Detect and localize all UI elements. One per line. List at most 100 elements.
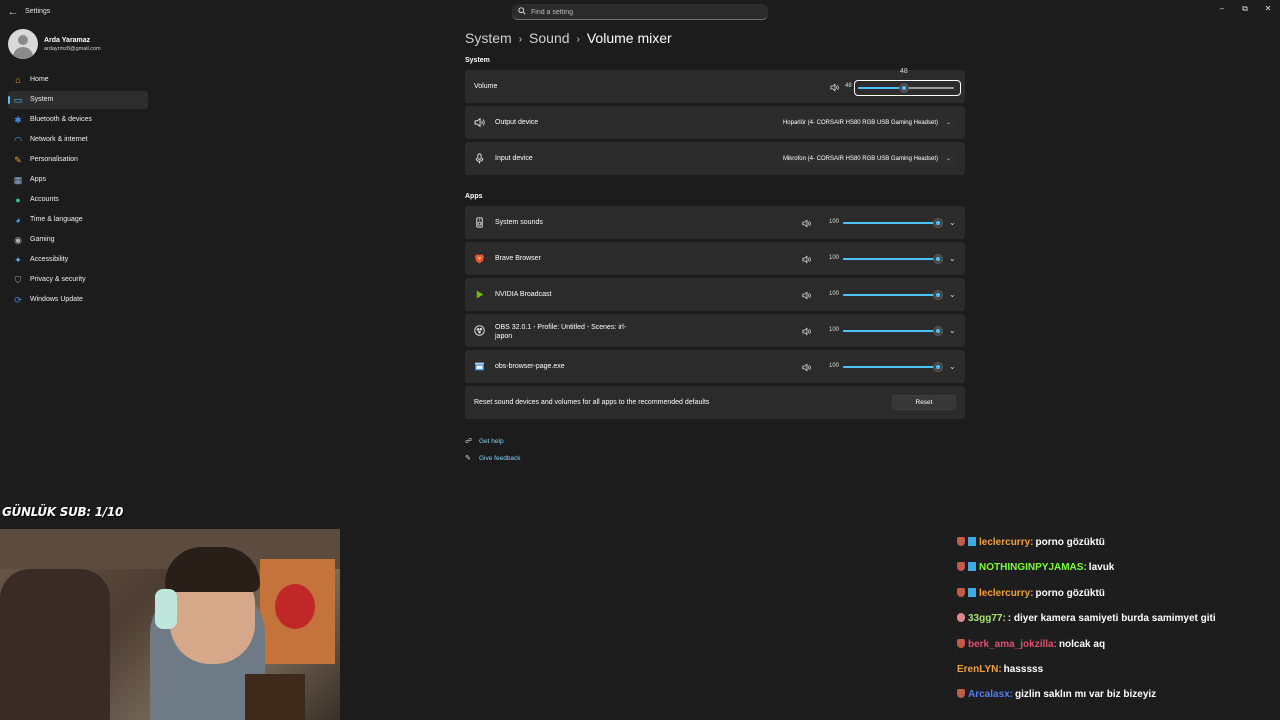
give-feedback-link[interactable]: ✎ Give feedback [465, 454, 521, 462]
app-volume-slider[interactable] [843, 326, 943, 336]
sidebar-item-network[interactable]: ◠ Network & internet [8, 131, 148, 149]
chat-badge-icon [957, 638, 965, 648]
speaker-icon[interactable] [802, 363, 811, 372]
app-volume-slider[interactable] [843, 218, 943, 228]
back-arrow-icon[interactable]: ← [6, 5, 20, 19]
sidebar-item-label: Accounts [30, 196, 59, 203]
close-button[interactable]: ✕ [1261, 3, 1275, 15]
sidebar-item-apps[interactable]: ▦ Apps [8, 171, 148, 189]
sidebar-item-label: System [30, 96, 54, 103]
chat-text: lavuk [1088, 562, 1115, 574]
app-row-obs-browser-page: obs-browser-page.exe 100 ⌄ [465, 350, 965, 383]
page-title: Volume mixer [586, 30, 672, 46]
sidebar-item-accounts[interactable]: ● Accounts [8, 191, 148, 209]
sidebar-item-time-language[interactable]: ◕ Time & language [8, 211, 148, 229]
chat-message: 33gg77:: diyer kamera samiyeti burda sam… [954, 609, 1276, 630]
update-icon: ⟳ [14, 295, 22, 305]
sidebar-item-system[interactable]: ▭ System [8, 91, 148, 109]
chat-username: leclercurry: [979, 537, 1034, 548]
sidebar-item-accessibility[interactable]: ✦ Accessibility [8, 251, 148, 269]
input-device-dropdown[interactable]: Mikrofon (4- CORSAIR HS80 RGB USB Gaming… [776, 153, 956, 167]
reset-button[interactable]: Reset [892, 395, 956, 410]
webcam-feed [0, 529, 340, 720]
app-row-obs: OBS 32.0.1 - Profile: Untitled - Scenes:… [465, 314, 965, 347]
chat-text: nolcak aq [1058, 638, 1106, 650]
expand-chevron-icon[interactable]: ⌄ [949, 326, 956, 335]
sidebar-item-label: Privacy & security [30, 276, 86, 283]
output-device-label: Output device [495, 119, 539, 126]
search-box[interactable] [512, 4, 768, 20]
speaker-icon[interactable] [802, 219, 811, 228]
apps-icon: ▦ [13, 175, 23, 185]
sidebar-item-home[interactable]: ⌂ Home [8, 71, 148, 89]
chat-username: 33gg77: [968, 613, 1006, 625]
restore-button[interactable]: ⧉ [1238, 3, 1252, 15]
master-volume-card: Volume 48 48 [465, 68, 965, 103]
slider-thumb[interactable] [933, 326, 943, 336]
slider-thumb[interactable] [933, 290, 943, 300]
expand-chevron-icon[interactable]: ⌄ [949, 362, 956, 371]
app-window-icon [475, 362, 484, 371]
bluetooth-icon: ✱ [14, 115, 22, 125]
sidebar-item-label: Gaming [30, 236, 55, 243]
accessibility-icon: ✦ [14, 255, 22, 265]
chat-text: porno gözüktü [1035, 587, 1105, 599]
slider-fill [858, 87, 905, 89]
chat-message: leclercurry: porno gözüktü [954, 533, 1276, 553]
brush-icon: ✎ [14, 155, 22, 165]
give-feedback-label: Give feedback [479, 455, 521, 462]
expand-chevron-icon[interactable]: ⌄ [949, 218, 956, 227]
app-volume-slider[interactable] [843, 362, 943, 372]
minimize-button[interactable]: – [1215, 3, 1229, 15]
chat-message: NOTHINGINPYJAMAS: lavuk [954, 558, 1276, 579]
app-row-nvidia-broadcast: NVIDIA Broadcast 100 ⌄ [465, 278, 965, 311]
app-volume-slider[interactable] [843, 254, 943, 264]
slider-thumb[interactable] [933, 254, 943, 264]
help-icon: ☍ [465, 438, 473, 445]
system-section-title: System [465, 57, 490, 64]
sidebar-item-privacy[interactable]: ⛉ Privacy & security [8, 271, 148, 289]
app-name: NVIDIA Broadcast [495, 291, 552, 298]
slider-thumb[interactable] [933, 362, 943, 372]
sidebar-item-personalisation[interactable]: ✎ Personalisation [8, 151, 148, 169]
output-device-dropdown[interactable]: Hoparlör (4- CORSAIR HS80 RGB USB Gaming… [776, 117, 956, 131]
chevron-down-icon: ⌄ [945, 120, 951, 126]
slider-fill [843, 366, 938, 368]
breadcrumb-sound[interactable]: Sound [529, 30, 569, 46]
sidebar-item-windows-update[interactable]: ⟳ Windows Update [8, 291, 148, 309]
breadcrumb-system[interactable]: System [465, 30, 512, 46]
slider-thumb[interactable] [899, 83, 910, 93]
home-icon: ⌂ [15, 75, 21, 85]
avatar [8, 29, 38, 59]
stream-chat: leclercurry: porno gözüktü NOTHINGINPYJAM… [954, 533, 1276, 711]
master-volume-slider-focus[interactable]: 48 [854, 68, 961, 96]
search-input[interactable] [531, 7, 751, 17]
speaker-icon[interactable] [802, 255, 811, 264]
chat-username: leclercurry: [979, 587, 1034, 599]
app-volume-value: 100 [829, 219, 840, 225]
expand-chevron-icon[interactable]: ⌄ [949, 290, 956, 299]
user-profile[interactable]: Arda Yaramaz ardayrmz8@gmail.com [8, 29, 158, 59]
expand-chevron-icon[interactable]: ⌄ [949, 254, 956, 263]
sidebar-item-gaming[interactable]: ◉ Gaming [8, 231, 148, 249]
sidebar-item-bluetooth[interactable]: ✱ Bluetooth & devices [8, 111, 148, 129]
system-sounds-icon [476, 217, 483, 228]
sidebar-item-label: Personalisation [30, 156, 78, 163]
chat-badge-icon [957, 587, 965, 597]
speaker-icon[interactable] [802, 291, 811, 300]
chat-text: porno gözüktü [1035, 537, 1105, 548]
sidebar-item-label: Bluetooth & devices [30, 116, 92, 123]
get-help-link[interactable]: ☍ Get help [465, 437, 504, 445]
app-volume-slider[interactable] [843, 290, 943, 300]
chevron-down-icon: ⌄ [945, 156, 951, 162]
feedback-icon: ✎ [465, 455, 471, 462]
speaker-icon[interactable] [830, 83, 839, 92]
speaker-icon[interactable] [802, 327, 811, 336]
chat-badge-icon [968, 537, 976, 546]
app-volume-value: 100 [829, 255, 840, 261]
nvidia-icon [476, 290, 484, 299]
sidebar-nav: ⌂ Home ▭ System ✱ Bluetooth & devices ◠ … [8, 71, 148, 311]
master-volume-slider[interactable] [858, 83, 954, 93]
app-name: OBS 32.0.1 - Profile: Untitled - Scenes:… [495, 323, 626, 341]
slider-thumb[interactable] [933, 218, 943, 228]
